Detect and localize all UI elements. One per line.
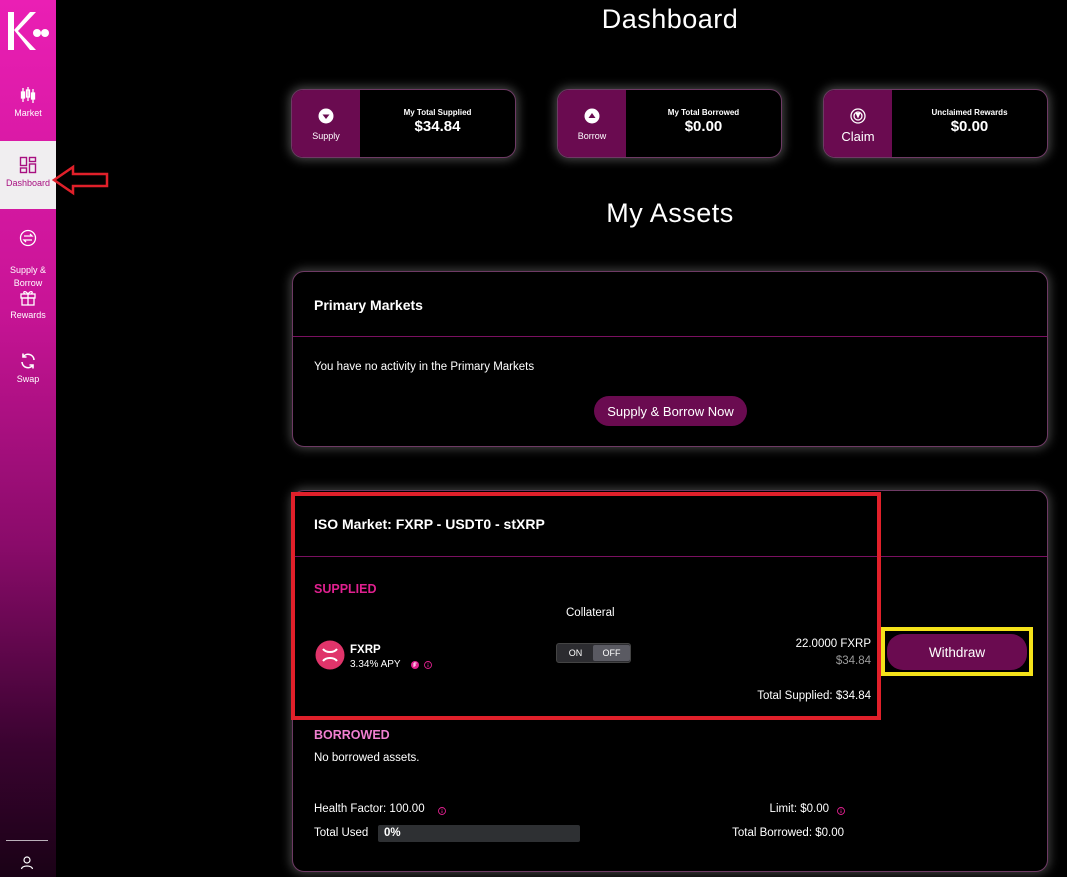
health-factor: Health Factor: 100.00 — [314, 803, 425, 815]
swap-arrows-icon — [19, 229, 37, 247]
candlestick-icon — [20, 87, 36, 103]
withdraw-button[interactable]: Withdraw — [887, 634, 1027, 670]
stat-card-rewards: Claim Unclaimed Rewards $0.00 — [823, 89, 1048, 158]
app-logo[interactable] — [4, 8, 50, 54]
stat-card-supplied: Supply My Total Supplied $34.84 — [291, 89, 516, 158]
user-icon[interactable] — [19, 855, 35, 871]
toggle-on[interactable]: ON — [557, 644, 594, 662]
section-title-my-assets: My Assets — [606, 198, 734, 228]
borrow-button[interactable]: Borrow — [558, 90, 626, 157]
refresh-icon — [21, 353, 35, 369]
stat-caption: My Total Borrowed — [667, 108, 740, 117]
limit-info-icon[interactable] — [837, 807, 845, 815]
collateral-label: Collateral — [566, 607, 615, 619]
progress-value: 0% — [384, 827, 401, 839]
stat-value: $0.00 — [950, 118, 989, 135]
borrow-button-label: Borrow — [577, 131, 607, 141]
stat-value: $34.84 — [414, 118, 461, 135]
sidebar-item-label: Dashboard — [5, 178, 51, 188]
reward-token-icon — [411, 661, 419, 669]
gift-icon — [20, 291, 36, 306]
asset-symbol: FXRP — [350, 644, 381, 656]
limit-value: Limit: $0.00 — [769, 803, 829, 815]
sidebar-item-rewards[interactable]: Rewards — [0, 288, 56, 324]
stat-value: $0.00 — [684, 118, 723, 135]
sidebar-item-label: Supply & Borrow — [9, 265, 47, 288]
supply-icon — [318, 108, 334, 124]
toggle-off[interactable]: OFF — [593, 645, 630, 661]
claim-icon — [850, 108, 866, 124]
no-borrowed-text: No borrowed assets. — [314, 752, 420, 764]
borrow-icon — [584, 108, 600, 124]
info-icon[interactable] — [424, 661, 432, 669]
supplied-label: SUPPLIED — [314, 582, 377, 596]
sidebar-divider — [6, 840, 48, 841]
supply-button[interactable]: Supply — [292, 90, 360, 157]
supplied-usd: $34.84 — [835, 655, 871, 667]
supply-borrow-now-button[interactable]: Supply & Borrow Now — [594, 396, 747, 426]
total-used-label: Total Used — [314, 827, 369, 839]
sidebar-item-swap[interactable]: Swap — [0, 352, 56, 388]
asset-apy: 3.34% APY — [350, 659, 401, 670]
page-title: Dashboard — [601, 4, 739, 34]
stat-caption: Unclaimed Rewards — [931, 108, 1008, 117]
primary-markets-panel: Primary Markets You have no activity in … — [292, 271, 1048, 447]
health-factor-info-icon[interactable] — [438, 807, 446, 815]
sidebar-item-label: Rewards — [10, 310, 46, 320]
sidebar-item-dashboard[interactable]: Dashboard — [0, 141, 56, 209]
sidebar-item-label: Swap — [16, 374, 40, 384]
stat-card-borrowed: Borrow My Total Borrowed $0.00 — [557, 89, 782, 158]
supply-button-label: Supply — [312, 131, 340, 141]
claim-button-label: Claim — [841, 129, 875, 144]
sidebar: Market Dashboard Supply & Borrow Rewards… — [0, 0, 56, 877]
total-used-progress-bar: 0% — [378, 825, 580, 842]
iso-market-panel: ISO Market: FXRP - USDT0 - stXRP SUPPLIE… — [292, 490, 1048, 872]
panel-divider — [293, 336, 1047, 337]
borrowed-label: BORROWED — [314, 728, 390, 742]
total-supplied: Total Supplied: $34.84 — [757, 690, 871, 702]
panel-heading: ISO Market: FXRP - USDT0 - stXRP — [314, 516, 545, 532]
collateral-toggle[interactable]: ON OFF — [556, 643, 631, 663]
empty-state-text: You have no activity in the Primary Mark… — [314, 361, 535, 373]
total-borrowed: Total Borrowed: $0.00 — [732, 827, 844, 839]
fxrp-token-icon — [315, 640, 345, 670]
claim-button[interactable]: Claim — [824, 90, 892, 157]
panel-heading: Primary Markets — [314, 297, 423, 313]
dashboard-icon — [19, 156, 37, 174]
sidebar-item-market[interactable]: Market — [0, 86, 56, 126]
sidebar-item-label: Market — [14, 108, 42, 118]
supplied-amount: 22.0000 FXRP — [795, 638, 871, 650]
sidebar-item-supply-borrow[interactable]: Supply & Borrow — [0, 216, 56, 288]
annotation-arrow-icon — [51, 164, 109, 196]
stat-caption: My Total Supplied — [403, 108, 472, 117]
panel-divider — [293, 556, 1047, 557]
